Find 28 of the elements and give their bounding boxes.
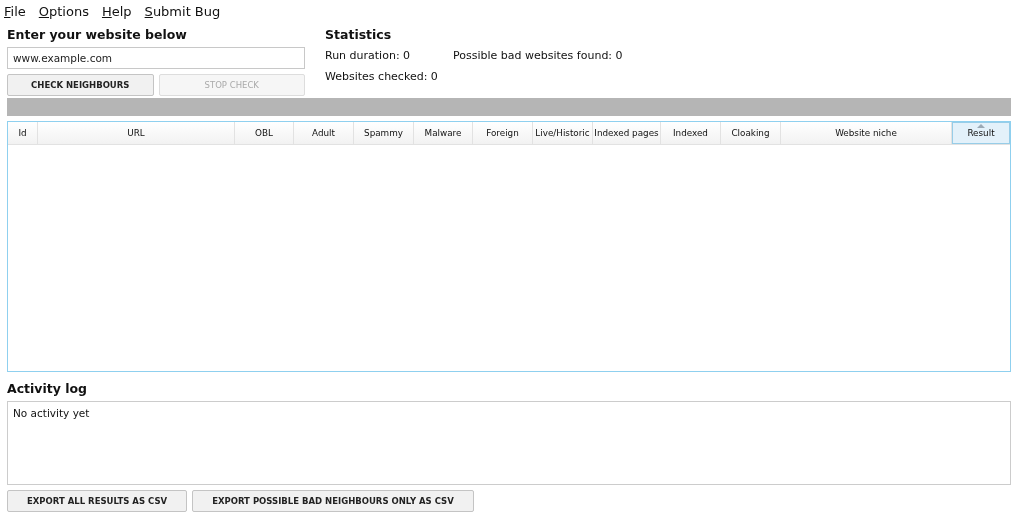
column-header[interactable]: Result: [952, 122, 1010, 144]
menu-item[interactable]: Submit Bug: [144, 4, 221, 19]
column-header[interactable]: Adult: [294, 122, 354, 144]
menu-item[interactable]: Help: [101, 4, 132, 19]
column-header[interactable]: OBL: [235, 122, 294, 144]
export-button[interactable]: EXPORT POSSIBLE BAD NEIGHBOURS ONLY AS CSV: [192, 490, 474, 512]
statistic-text: Possible bad websites found: 0: [453, 49, 623, 62]
column-header[interactable]: Cloaking: [721, 122, 781, 144]
menu-item[interactable]: File: [4, 4, 26, 19]
website-field[interactable]: www.example.com: [7, 47, 305, 69]
column-header[interactable]: URL: [38, 122, 235, 144]
column-header[interactable]: Foreign: [473, 122, 533, 144]
export-button[interactable]: EXPORT ALL RESULTS AS CSV: [7, 490, 188, 512]
column-header[interactable]: Live/Historic: [533, 122, 593, 144]
sort-arrow-icon: [977, 124, 985, 128]
column-header[interactable]: Malware: [414, 122, 473, 144]
column-header[interactable]: Indexed pages: [593, 122, 661, 144]
column-header[interactable]: Indexed: [661, 122, 721, 144]
log-text: No activity yet: [13, 407, 90, 419]
statistic-text: Run duration: 0: [325, 49, 412, 62]
menu-item[interactable]: Options: [38, 4, 89, 19]
statistic-text: Websites checked: 0: [325, 70, 439, 83]
section-title: Enter your website below: [7, 27, 188, 42]
column-header[interactable]: Id: [8, 122, 38, 144]
column-header[interactable]: Spammy: [354, 122, 414, 144]
section-title: Statistics: [325, 27, 393, 42]
action-button[interactable]: CHECK NEIGHBOURS: [7, 74, 154, 96]
section-title: Activity log: [7, 381, 89, 396]
